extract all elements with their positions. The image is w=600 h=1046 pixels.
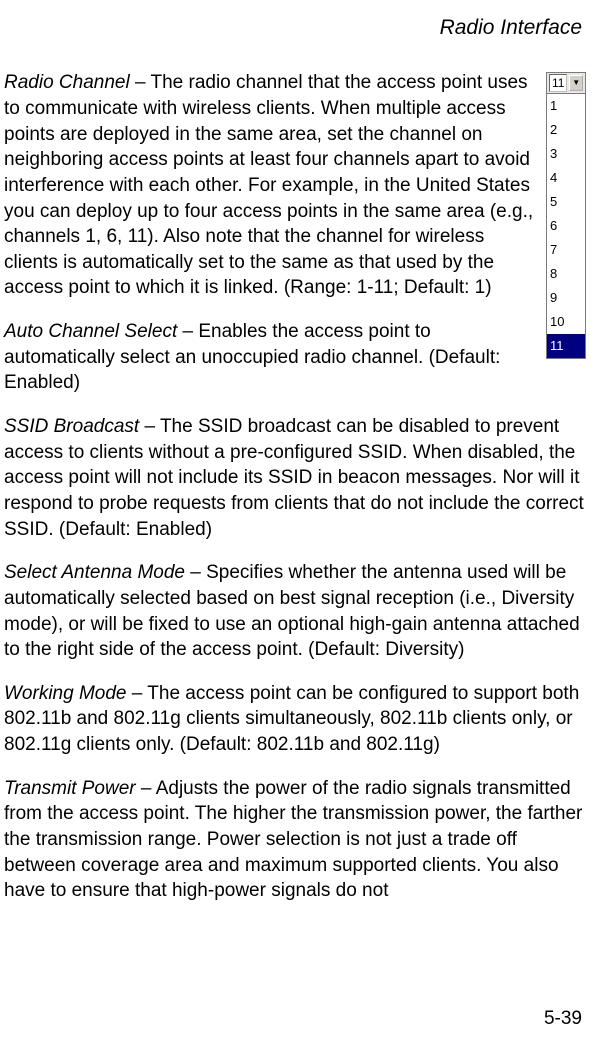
channel-option[interactable]: 3 [547, 142, 585, 166]
channel-option[interactable]: 6 [547, 214, 585, 238]
channel-dropdown-value: 11 [549, 74, 567, 92]
paragraph-working-mode: Working Mode – The access point can be c… [4, 681, 586, 758]
channel-option[interactable]: 2 [547, 118, 585, 142]
body-radio-channel: – The radio channel that the access poin… [4, 72, 533, 298]
chevron-down-icon[interactable]: ▼ [569, 75, 583, 91]
channel-dropdown-widget: 11 ▼ 1 2 3 4 5 6 7 8 9 10 11 [546, 72, 586, 359]
channel-option[interactable]: 10 [547, 310, 585, 334]
channel-option[interactable]: 8 [547, 262, 585, 286]
channel-option[interactable]: 5 [547, 190, 585, 214]
paragraph-radio-channel: Radio Channel – The radio channel that t… [4, 70, 586, 301]
term-ssid-broadcast: SSID Broadcast [4, 416, 139, 437]
paragraph-ssid-broadcast: SSID Broadcast – The SSID broadcast can … [4, 414, 586, 542]
term-auto-channel-select: Auto Channel Select [4, 321, 177, 342]
channel-option[interactable]: 4 [547, 166, 585, 190]
header-title: Radio Interface [440, 16, 582, 39]
term-working-mode: Working Mode [4, 683, 127, 704]
paragraph-select-antenna-mode: Select Antenna Mode – Specifies whether … [4, 560, 586, 663]
channel-option[interactable]: 1 [547, 94, 585, 118]
channel-option-selected[interactable]: 11 [547, 334, 585, 358]
content-area: 11 ▼ 1 2 3 4 5 6 7 8 9 10 11 Radio Chann… [4, 70, 586, 922]
channel-option[interactable]: 7 [547, 238, 585, 262]
paragraph-auto-channel-select: Auto Channel Select – Enables the access… [4, 319, 586, 396]
term-select-antenna-mode: Select Antenna Mode [4, 562, 185, 583]
paragraph-transmit-power: Transmit Power – Adjusts the power of th… [4, 776, 586, 904]
channel-option[interactable]: 9 [547, 286, 585, 310]
term-transmit-power: Transmit Power [4, 778, 136, 799]
channel-dropdown[interactable]: 11 ▼ [546, 72, 586, 94]
channel-dropdown-list[interactable]: 1 2 3 4 5 6 7 8 9 10 11 [546, 94, 586, 359]
page-header: Radio Interface [4, 14, 586, 42]
page-number: 5-39 [544, 1006, 582, 1032]
term-radio-channel: Radio Channel [4, 72, 130, 93]
